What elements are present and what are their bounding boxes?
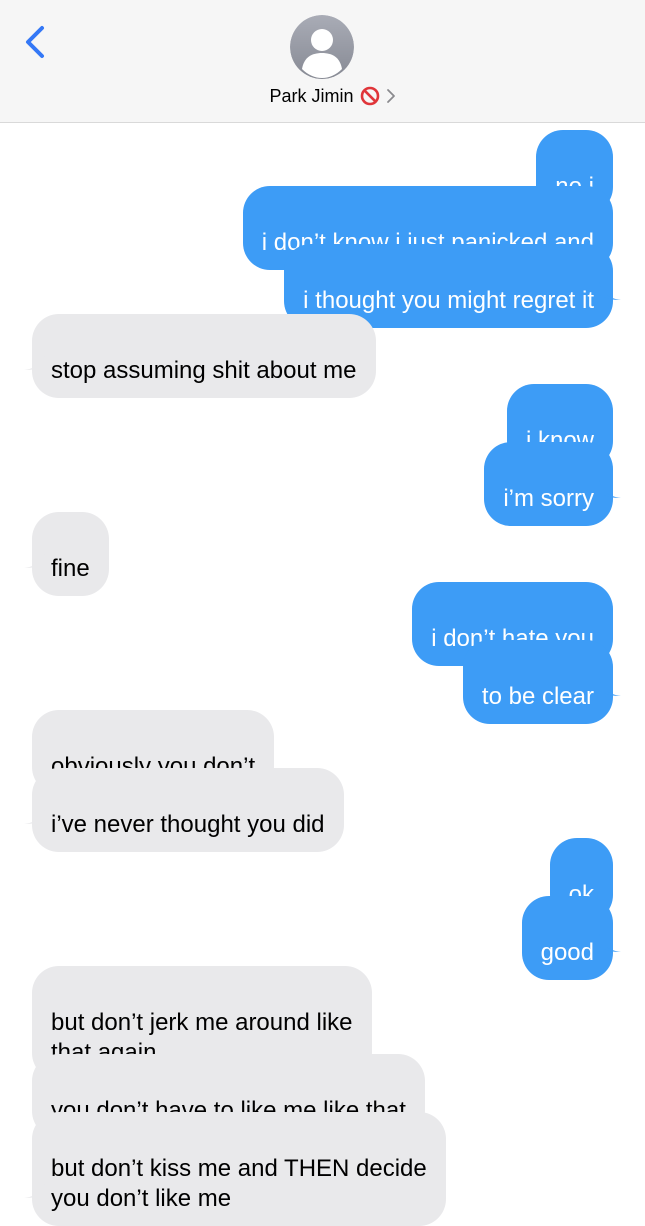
back-button[interactable]: [18, 22, 54, 62]
contact-avatar[interactable]: [290, 15, 354, 79]
bubble-tail: [599, 934, 621, 952]
message-text: good: [540, 939, 594, 966]
message-thread[interactable]: no i i don’t know i just panicked and i …: [0, 122, 645, 1226]
bubble-tail: [599, 282, 621, 300]
bubble-tail: [24, 1180, 46, 1198]
chevron-right-icon: [386, 89, 395, 103]
person-silhouette-icon: [290, 15, 354, 79]
message-text: to be clear: [481, 683, 594, 710]
no-entry-icon: [360, 86, 379, 106]
chevron-left-icon: [26, 26, 44, 58]
bubble-tail: [599, 480, 621, 498]
contact-info-button[interactable]: Park Jimin: [0, 82, 645, 110]
message-text: stop assuming shit about me: [51, 357, 357, 384]
message-bubble-received[interactable]: stop assuming shit about me: [32, 314, 376, 398]
bubble-tail: [24, 550, 46, 568]
bubble-tail: [599, 678, 621, 696]
message-bubble-received[interactable]: but don’t kiss me and THEN decide you do…: [32, 1112, 446, 1226]
message-text: i’m sorry: [503, 485, 594, 512]
contact-name: Park Jimin: [269, 85, 354, 106]
bubble-tail: [24, 352, 46, 370]
message-bubble-sent[interactable]: to be clear: [462, 640, 613, 724]
conversation-header: Park Jimin: [0, 0, 645, 123]
message-bubble-received[interactable]: i’ve never thought you did: [32, 768, 344, 852]
message-text: i’ve never thought you did: [51, 811, 325, 838]
message-text: fine: [51, 555, 90, 582]
message-bubble-sent[interactable]: i’m sorry: [484, 442, 613, 526]
bubble-tail: [24, 806, 46, 824]
message-text: but don’t kiss me and THEN decide you do…: [51, 1155, 427, 1212]
message-text: i thought you might regret it: [303, 287, 594, 314]
